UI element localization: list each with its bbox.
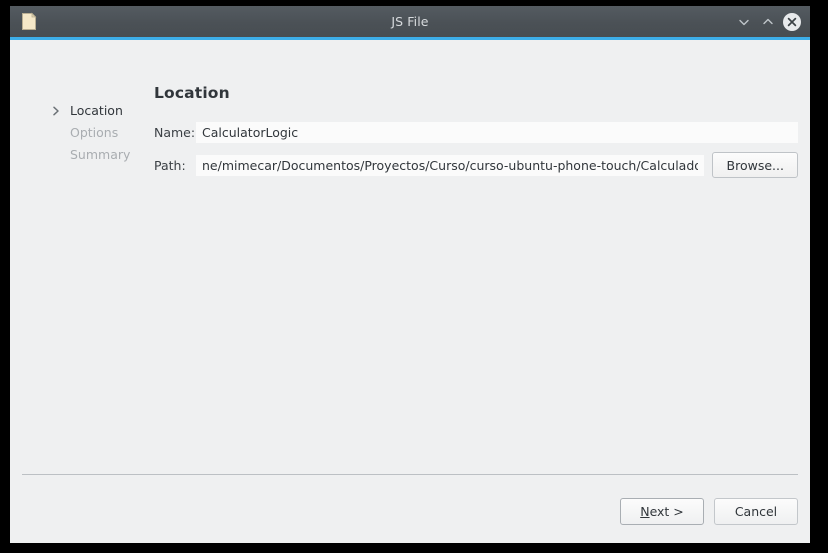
maximize-button[interactable] (757, 11, 779, 33)
cancel-button[interactable]: Cancel (714, 498, 798, 525)
name-field-label: Name: (154, 125, 196, 140)
window-controls (733, 6, 803, 37)
page-title: Location (154, 84, 230, 102)
footer-separator (22, 474, 798, 475)
sidebar-item-summary: Summary (46, 144, 146, 166)
document-icon (20, 12, 38, 31)
path-field-label: Path: (154, 157, 186, 173)
chevron-right-icon (50, 100, 62, 122)
next-button[interactable]: Next > (620, 498, 704, 525)
minimize-button[interactable] (733, 11, 755, 33)
dialog-content: Location Options Summary Location Name: … (10, 40, 810, 543)
sidebar-item-options: Options (46, 122, 146, 144)
name-input[interactable] (196, 122, 798, 143)
sidebar-item-label: Location (70, 103, 123, 118)
browse-button[interactable]: Browse... (711, 152, 798, 178)
location-pane: Location Name: Path: Browse... (154, 84, 798, 187)
path-input[interactable] (196, 154, 704, 176)
name-field-row: Name: (154, 122, 798, 143)
next-button-mnemonic: N (640, 504, 650, 519)
sidebar-item-label: Options (70, 125, 119, 140)
close-button[interactable] (781, 11, 803, 33)
path-field-row: Path: Browse... (154, 152, 798, 178)
window-title: JS File (391, 14, 429, 29)
wizard-steps-sidebar: Location Options Summary (46, 100, 146, 166)
next-button-label: ext > (649, 504, 684, 519)
window-titlebar[interactable]: JS File (10, 6, 810, 40)
footer-buttons: Next > Cancel (620, 498, 798, 525)
sidebar-item-location[interactable]: Location (46, 100, 146, 122)
desktop-backdrop: JS File Location Options Summary Locatio… (0, 0, 828, 553)
js-file-wizard-window: JS File Location Options Summary Locatio… (10, 6, 810, 543)
sidebar-item-label: Summary (70, 147, 131, 162)
